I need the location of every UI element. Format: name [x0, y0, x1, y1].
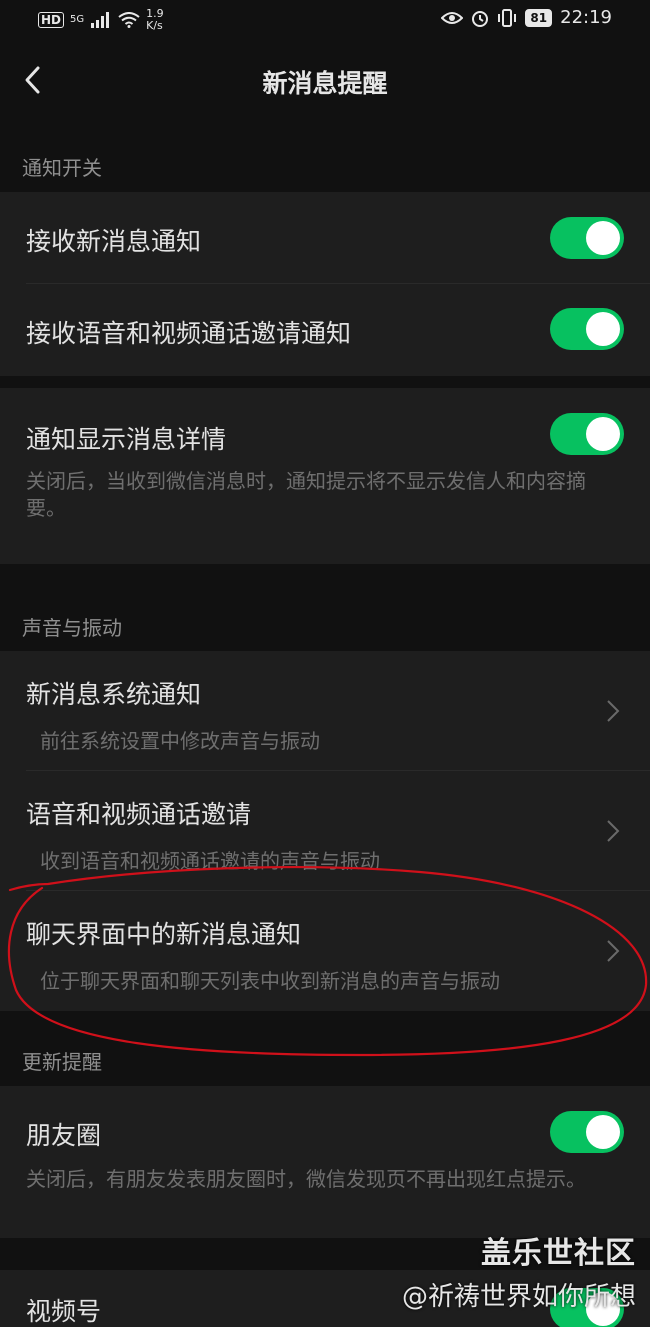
row-title: 通知显示消息详情 — [26, 425, 227, 454]
page-title: 新消息提醒 — [262, 69, 388, 98]
toggle-knob — [586, 417, 620, 451]
row-subtitle: 位于聊天界面和聊天列表中收到新消息的声音与振动 — [40, 969, 500, 993]
chevron-right-icon — [607, 820, 620, 842]
moments-toggle[interactable] — [550, 1111, 624, 1153]
clock: 22:19 — [560, 7, 612, 28]
row-title: 语音和视频通话邀请 — [26, 800, 252, 829]
net-speed-unit: K/s — [146, 19, 163, 32]
status-left: HD 5G 1.9 K/s — [38, 8, 164, 32]
eye-icon — [441, 11, 464, 24]
row-chat-notify-sound[interactable]: 聊天界面中的新消息通知 位于聊天界面和聊天列表中收到新消息的声音与振动 — [0, 891, 650, 1011]
alarm-icon — [472, 10, 489, 27]
section-header-notify: 通知开关 — [22, 156, 102, 180]
section-header-sound: 声音与振动 — [22, 616, 122, 640]
show-detail-toggle[interactable] — [550, 413, 624, 455]
row-receive-call-invite: 接收语音和视频通话邀请通知 — [0, 284, 650, 376]
receive-new-toggle[interactable] — [550, 217, 624, 259]
row-description: 关闭后，有朋友发表朋友圈时，微信发现页不再出现红点提示。 — [26, 1167, 586, 1191]
watermark-site: 盖乐世社区 — [481, 1236, 636, 1271]
net-speed: 1.9 K/s — [146, 8, 164, 32]
row-title: 朋友圈 — [26, 1121, 102, 1150]
row-title: 接收语音和视频通话邀请通知 — [26, 319, 352, 348]
wifi-icon — [118, 12, 140, 28]
row-title: 接收新消息通知 — [26, 227, 202, 256]
row-call-invite-sound[interactable]: 语音和视频通话邀请 收到语音和视频通话邀请的声音与振动 — [0, 771, 650, 891]
toggle-knob — [586, 312, 620, 346]
row-description: 关闭后，当收到微信消息时，通知提示将不显示发信人和内容摘要。 — [26, 469, 586, 520]
row-system-notify[interactable]: 新消息系统通知 前往系统设置中修改声音与振动 — [0, 651, 650, 771]
watermark-user: @祈祷世界如你所想 — [401, 1282, 636, 1312]
chevron-right-icon — [607, 700, 620, 722]
row-moments: 朋友圈 关闭后，有朋友发表朋友圈时，微信发现页不再出现红点提示。 — [0, 1086, 650, 1238]
status-right: 81 22:19 — [441, 7, 612, 28]
toggle-knob — [586, 221, 620, 255]
row-receive-new-message: 接收新消息通知 — [0, 192, 650, 284]
battery-icon: 81 — [525, 8, 553, 27]
hd-badge: HD — [38, 12, 65, 28]
section-header-update: 更新提醒 — [22, 1050, 102, 1074]
row-subtitle: 收到语音和视频通话邀请的声音与振动 — [40, 849, 380, 873]
row-show-detail: 通知显示消息详情 关闭后，当收到微信消息时，通知提示将不显示发信人和内容摘要。 — [0, 388, 650, 564]
toggle-knob — [586, 1115, 620, 1149]
receive-call-toggle[interactable] — [550, 308, 624, 350]
chevron-right-icon — [607, 940, 620, 962]
vibrate-icon — [498, 8, 517, 27]
status-bar: HD 5G 1.9 K/s 81 22:19 — [0, 0, 650, 40]
row-title: 新消息系统通知 — [26, 680, 202, 709]
row-title: 聊天界面中的新消息通知 — [26, 920, 302, 949]
network-type: 5G — [70, 14, 85, 25]
nav-bar: 新消息提醒 — [0, 40, 650, 120]
row-title: 视频号 — [26, 1297, 102, 1326]
signal-icon — [91, 12, 110, 28]
row-subtitle: 前往系统设置中修改声音与振动 — [40, 729, 320, 753]
